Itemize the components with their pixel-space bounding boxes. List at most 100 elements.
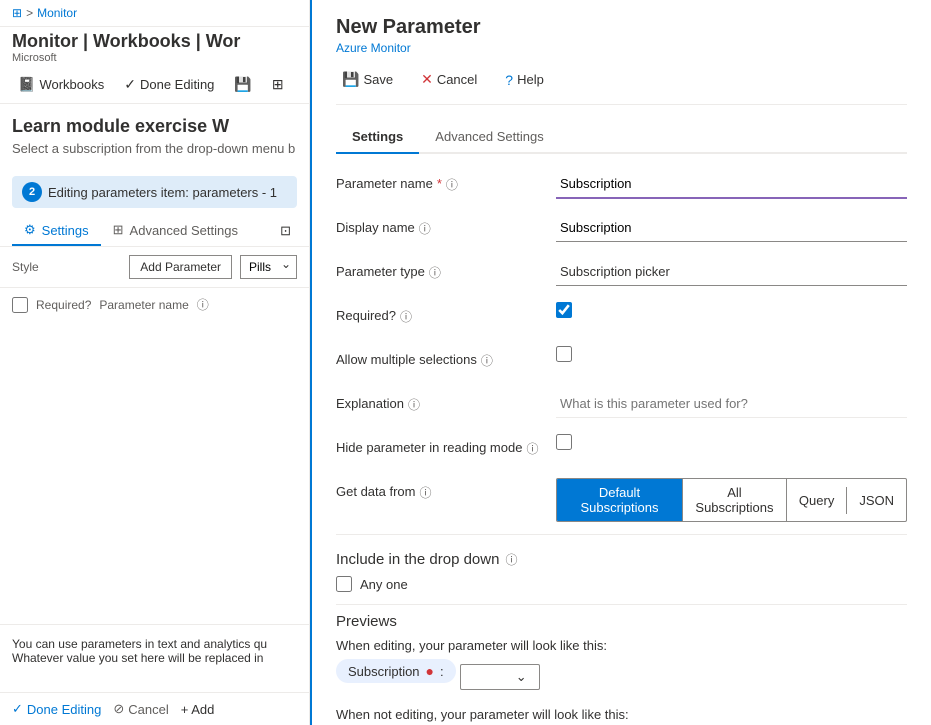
np-cancel-icon: ✕ (421, 71, 433, 88)
allow-multiple-info-icon[interactable]: ⓘ (481, 352, 493, 369)
required-info-icon[interactable]: ⓘ (400, 308, 412, 325)
np-tab-advanced[interactable]: Advanced Settings (419, 121, 559, 154)
np-tab-settings[interactable]: Settings (336, 121, 419, 154)
info-icon-param: ⓘ (197, 296, 209, 313)
workbooks-button[interactable]: 📓 Workbooks (12, 72, 110, 97)
previews-title: Previews (336, 613, 907, 630)
save-icon-button[interactable]: 💾 (228, 72, 257, 97)
cancel-circle-icon: ⊘ (113, 701, 124, 717)
display-name-row: Display name ⓘ (336, 214, 907, 246)
param-type-info-icon[interactable]: ⓘ (429, 264, 441, 281)
hide-param-control (556, 434, 907, 453)
preview-dropdown[interactable]: ⌄ (460, 664, 540, 690)
allow-multiple-control (556, 346, 907, 365)
param-name-control (556, 170, 907, 199)
app-title-block: Monitor | Workbooks | Wor Microsoft (0, 27, 309, 66)
editing-preview-label: When editing, your parameter will look l… (336, 638, 907, 653)
settings-gear-icon: ⚙ (24, 222, 36, 238)
param-name-info-icon[interactable]: ⓘ (446, 176, 458, 193)
checkmark-icon: ✓ (12, 701, 23, 717)
not-editing-label: When not editing, your parameter will lo… (336, 707, 907, 722)
any-one-label: Any one (360, 577, 408, 592)
required-label: Required? (36, 298, 91, 312)
bottom-cancel-button[interactable]: ⊘ Cancel (113, 701, 168, 717)
inner-tab-advanced[interactable]: ⊞ Advanced Settings (101, 216, 250, 246)
app-subtitle: Microsoft (12, 52, 297, 64)
previews-section: Previews When editing, your parameter wi… (336, 613, 907, 725)
display-name-info-icon[interactable]: ⓘ (419, 220, 431, 237)
bottom-toolbar: ✓ Done Editing ⊘ Cancel + Add (0, 692, 310, 725)
explanation-row: Explanation ⓘ (336, 390, 907, 422)
breadcrumb: ⊞ > Monitor (0, 0, 309, 27)
param-name-label: Parameter name (99, 298, 188, 312)
style-row: Style Add Parameter Pills (0, 247, 309, 288)
required-field-checkbox[interactable] (556, 302, 572, 318)
np-save-button[interactable]: 💾 Save (336, 67, 399, 92)
required-row: Required? ⓘ (336, 302, 907, 334)
get-data-control: Default Subscriptions All Subscriptions … (556, 478, 907, 522)
data-from-all-subscriptions[interactable]: All Subscriptions (683, 479, 787, 521)
bottom-add-button[interactable]: + Add (181, 702, 215, 717)
data-from-query[interactable]: Query (787, 487, 847, 514)
breadcrumb-home-icon: ⊞ (12, 6, 22, 20)
np-cancel-button[interactable]: ✕ Cancel (415, 67, 483, 92)
editing-banner: 2 Editing parameters item: parameters - … (12, 176, 297, 208)
help-icon: ? (505, 72, 513, 88)
style-select-wrapper: Pills (240, 255, 297, 279)
editing-preview-row: Subscription ● : ⌄ (336, 659, 907, 695)
param-name-input[interactable] (556, 170, 907, 199)
display-name-input[interactable] (556, 214, 907, 242)
required-control (556, 302, 907, 321)
allow-multiple-label-cell: Allow multiple selections ⓘ (336, 346, 556, 369)
any-one-checkbox[interactable] (336, 576, 352, 592)
advanced-icon: ⊞ (113, 222, 124, 238)
right-panel: New Parameter Azure Monitor 💾 Save ✕ Can… (310, 0, 931, 725)
extra-icon: ⊡ (280, 223, 291, 239)
include-dropdown-heading: Include in the drop down ⓘ (336, 551, 907, 568)
required-asterisk: * (437, 176, 442, 191)
include-dropdown-info-icon[interactable]: ⓘ (505, 551, 517, 568)
app-title: Monitor | Workbooks | Wor (12, 31, 297, 52)
page-subtext: Select a subscription from the drop-down… (0, 141, 309, 168)
data-from-default-subscriptions[interactable]: Default Subscriptions (557, 479, 683, 521)
inner-tabs: ⚙ Settings ⊞ Advanced Settings ⊡ (0, 216, 309, 247)
param-name-label-cell: Parameter name * ⓘ (336, 170, 556, 193)
explanation-control (556, 390, 907, 418)
required-checkbox-header[interactable] (12, 297, 28, 313)
left-bottom-line2: Whatever value you set here will be repl… (12, 651, 297, 665)
explanation-input[interactable] (556, 390, 907, 418)
np-help-button[interactable]: ? Help (499, 68, 550, 92)
save-floppy-icon: 💾 (342, 71, 359, 88)
dropdown-chevron-icon: ⌄ (516, 669, 527, 685)
style-label: Style (12, 260, 39, 274)
hide-param-info-icon[interactable]: ⓘ (526, 440, 538, 457)
np-toolbar: 💾 Save ✕ Cancel ? Help (336, 67, 907, 105)
inner-tab-settings[interactable]: ⚙ Settings (12, 216, 101, 246)
share-button[interactable]: ⊞ (266, 72, 290, 97)
bottom-done-editing-button[interactable]: ✓ Done Editing (12, 701, 101, 717)
np-tabs: Settings Advanced Settings (336, 121, 907, 154)
get-data-info-icon[interactable]: ⓘ (419, 484, 431, 501)
done-editing-button[interactable]: ✓ Done Editing (118, 72, 220, 97)
allow-multiple-checkbox[interactable] (556, 346, 572, 362)
inner-toolbar-extra[interactable]: ⊡ (274, 216, 297, 246)
subscription-preview-label: Subscription (348, 664, 420, 679)
any-one-row: Any one (336, 576, 907, 592)
param-name-row: Parameter name * ⓘ (336, 170, 907, 202)
divider (336, 534, 907, 535)
param-type-row: Parameter type ⓘ Subscription picker (336, 258, 907, 290)
add-parameter-button[interactable]: Add Parameter (129, 255, 232, 279)
data-from-json[interactable]: JSON (847, 487, 906, 514)
allow-multiple-row: Allow multiple selections ⓘ (336, 346, 907, 378)
explanation-info-icon[interactable]: ⓘ (408, 396, 420, 413)
display-name-label-cell: Display name ⓘ (336, 214, 556, 237)
param-type-control: Subscription picker (556, 258, 907, 286)
hide-param-checkbox[interactable] (556, 434, 572, 450)
required-label-cell: Required? ⓘ (336, 302, 556, 325)
left-panel: ⊞ > Monitor Monitor | Workbooks | Wor Mi… (0, 0, 310, 725)
get-data-row: Get data from ⓘ Default Subscriptions Al… (336, 478, 907, 522)
param-type-label-cell: Parameter type ⓘ (336, 258, 556, 281)
new-parameter-subtitle: Azure Monitor (336, 41, 907, 55)
new-parameter-title: New Parameter (336, 16, 907, 39)
style-select[interactable]: Pills (240, 255, 297, 279)
